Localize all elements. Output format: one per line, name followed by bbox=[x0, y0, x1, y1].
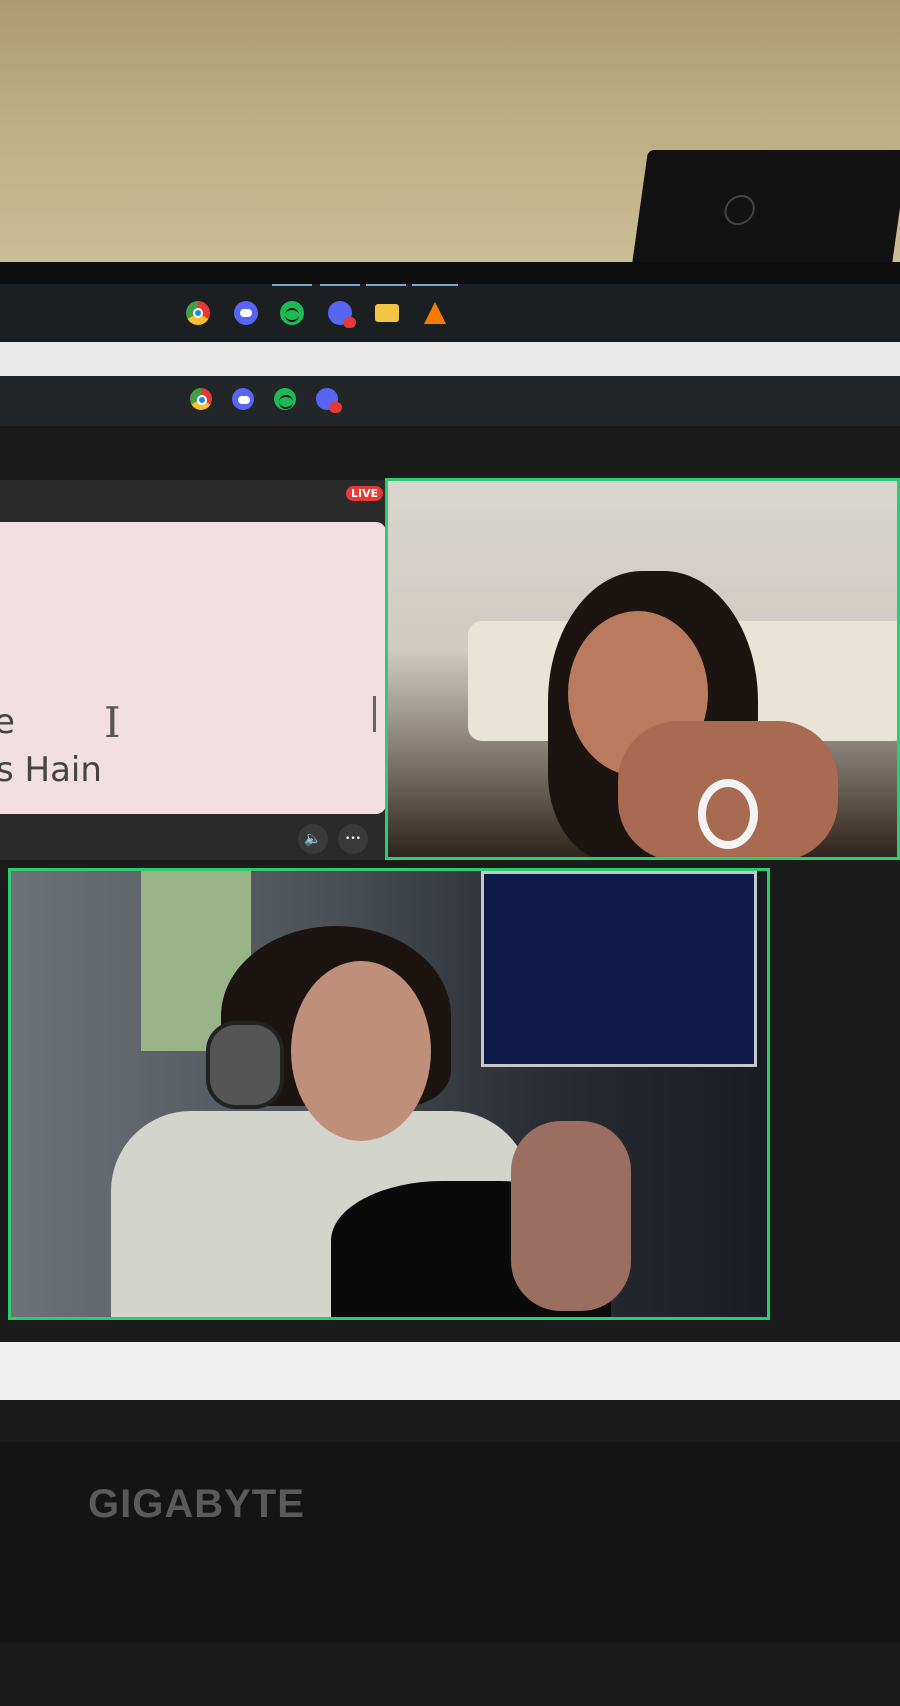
participant-video-tile-2[interactable] bbox=[8, 868, 770, 1320]
discord-notification-icon[interactable] bbox=[316, 388, 342, 413]
window-edge bbox=[0, 342, 900, 376]
live-badge: LIVE bbox=[346, 486, 384, 501]
speaker-knob bbox=[722, 195, 757, 225]
screen-share-tile[interactable]: LIVE e I s Hain 🔈 ••• bbox=[0, 480, 388, 860]
taskbar-second bbox=[0, 376, 900, 426]
monitor-bezel bbox=[0, 1442, 900, 1642]
speaker-icon[interactable]: 🔈 bbox=[298, 824, 328, 854]
vlc-icon[interactable] bbox=[424, 302, 446, 324]
discord-icon[interactable] bbox=[234, 301, 258, 325]
participant-face bbox=[291, 961, 431, 1141]
headphones-icon bbox=[206, 1021, 284, 1109]
spotify-icon[interactable] bbox=[274, 388, 296, 410]
taskbar-top bbox=[0, 284, 900, 342]
file-explorer-icon[interactable] bbox=[375, 304, 399, 322]
discord-notification-icon[interactable] bbox=[328, 301, 356, 328]
doc-line-1: e bbox=[0, 702, 15, 742]
scrollbar[interactable] bbox=[373, 696, 376, 732]
bracelet bbox=[698, 779, 758, 849]
desk-speaker bbox=[631, 150, 900, 265]
active-indicator bbox=[320, 284, 360, 286]
arm bbox=[511, 1121, 631, 1311]
notification-badge bbox=[329, 402, 342, 413]
shared-document: e I s Hain bbox=[0, 522, 386, 814]
monitor-glare-line bbox=[0, 1342, 900, 1400]
text-cursor-icon: I bbox=[104, 698, 121, 747]
chrome-icon[interactable] bbox=[190, 388, 212, 410]
monitor: LIVE e I s Hain 🔈 ••• bbox=[0, 262, 900, 1706]
notification-badge bbox=[343, 317, 356, 328]
active-indicator bbox=[272, 284, 312, 286]
participant-video-tile-1[interactable] bbox=[385, 478, 900, 860]
window-background bbox=[481, 871, 757, 1067]
more-button[interactable]: ••• bbox=[338, 824, 368, 854]
spotify-icon[interactable] bbox=[280, 301, 304, 325]
chrome-icon[interactable] bbox=[186, 301, 210, 325]
active-indicator bbox=[366, 284, 406, 286]
monitor-brand: GIGABYTE bbox=[88, 1482, 305, 1526]
discord-icon[interactable] bbox=[232, 388, 254, 410]
active-indicator bbox=[412, 284, 458, 286]
doc-line-2: s Hain bbox=[0, 750, 102, 790]
